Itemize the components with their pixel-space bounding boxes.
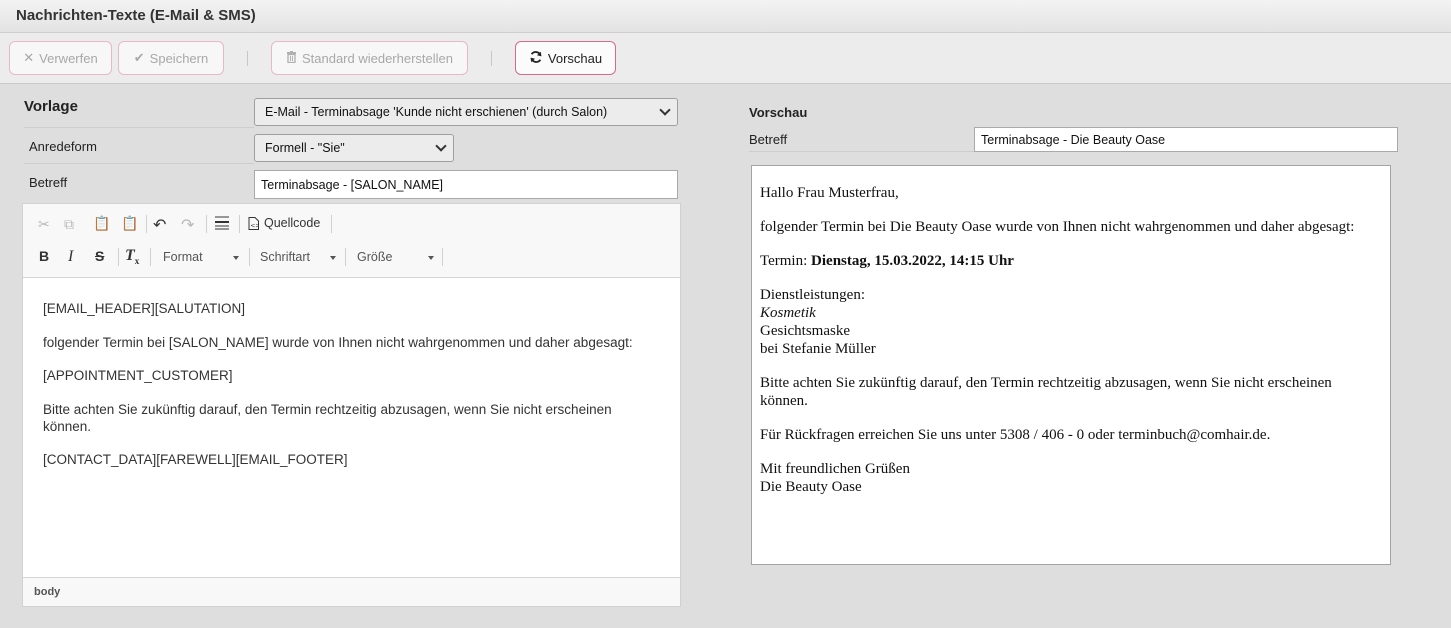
rich-text-editor: ✂ ⧉ 📋 📋 ↶ ↷ <> Quellcode B I S Tx Format… [22, 203, 681, 607]
editor-paragraph: [EMAIL_HEADER][SALUTATION] [43, 301, 246, 316]
chevron-down-icon [330, 256, 336, 260]
preview-heading: Vorschau [749, 105, 808, 120]
editor-paragraph: Bitte achten Sie zukünftig darauf, den T… [43, 401, 612, 434]
preview-service-name: Gesichtsmaske [760, 323, 850, 339]
bold-icon[interactable]: B [39, 248, 49, 264]
salutation-label: Anredeform [29, 139, 97, 154]
save-button[interactable]: ✔ Speichern [118, 41, 224, 75]
preview-appointment-date: Dienstag, 15.03.2022, 14:15 Uhr [811, 253, 1014, 269]
preview-subject-value: Terminabsage - Die Beauty Oase [981, 132, 1166, 147]
preview-intro: folgender Termin bei Die Beauty Oase wur… [760, 219, 1355, 235]
source-button[interactable]: <> Quellcode [248, 216, 320, 230]
discard-button[interactable]: ✕ Verwerfen [9, 41, 112, 75]
toolbar-divider [118, 248, 119, 266]
toolbar-divider [146, 215, 147, 233]
preview-signature: Die Beauty Oase [760, 479, 862, 495]
close-icon: ✕ [23, 50, 35, 65]
toolbar-divider [239, 215, 240, 233]
size-dropdown[interactable]: Größe [357, 250, 437, 266]
restore-default-label: Standard wiederherstellen [301, 50, 454, 66]
preview-services-label: Dienstleistungen: [760, 287, 865, 303]
font-dropdown-label: Schriftart [260, 250, 311, 264]
toolbar-divider [206, 215, 207, 233]
preview-notice: Bitte achten Sie zukünftig darauf, den T… [760, 375, 1332, 409]
preview-button-label: Vorschau [547, 50, 603, 66]
preview-appointment-label: Termin: [760, 253, 812, 269]
editor-paragraph: folgender Termin bei [SALON_NAME] wurde … [43, 334, 633, 350]
trash-icon [286, 50, 297, 66]
row-divider [749, 151, 974, 152]
italic-icon[interactable]: I [68, 248, 73, 266]
preview-service-category: Kosmetik [760, 305, 816, 321]
subject-input[interactable]: Terminabsage - [SALON_NAME] [254, 170, 678, 199]
preview-appointment: Termin: Dienstag, 15.03.2022, 14:15 Uhr [760, 252, 1382, 270]
email-preview: Hallo Frau Musterfrau, folgender Termin … [751, 165, 1391, 565]
preview-farewell: Mit freundlichen Grüßen [760, 461, 910, 477]
page-title: Nachrichten-Texte (E-Mail & SMS) [16, 7, 256, 24]
element-path-bar: body [23, 577, 680, 606]
svg-text:<>: <> [250, 222, 259, 229]
check-icon: ✔ [133, 50, 145, 65]
element-path-body[interactable]: body [34, 586, 60, 598]
paste-text-icon[interactable]: 📋 [121, 215, 138, 232]
remove-format-icon[interactable]: Tx [125, 247, 139, 266]
format-dropdown-label: Format [163, 250, 203, 264]
cut-icon[interactable]: ✂ [38, 216, 50, 233]
editor-paragraph: [APPOINTMENT_CUSTOMER] [43, 368, 233, 383]
subject-label: Betreff [29, 175, 68, 190]
template-select-value: E-Mail - Terminabsage 'Kunde nicht ersch… [265, 105, 608, 119]
template-label: Vorlage [24, 98, 78, 115]
redo-icon[interactable]: ↷ [181, 215, 194, 235]
preview-subject-field: Terminabsage - Die Beauty Oase [974, 127, 1398, 152]
template-select[interactable]: E-Mail - Terminabsage 'Kunde nicht ersch… [254, 98, 678, 126]
toolbar-divider [331, 215, 332, 233]
chevron-down-icon [659, 104, 671, 116]
discard-button-label: Verwerfen [39, 50, 98, 66]
preview-farewell-block: Mit freundlichen Grüßen Die Beauty Oase [760, 460, 1382, 496]
copy-icon[interactable]: ⧉ [64, 216, 74, 233]
row-divider [24, 163, 254, 164]
preview-service-staff: bei Stefanie Müller [760, 341, 876, 357]
source-button-label: Quellcode [264, 216, 321, 230]
preview-greeting: Hallo Frau Musterfrau, [760, 185, 899, 201]
preview-contact: Für Rückfragen erreichen Sie uns unter 5… [760, 427, 1271, 443]
undo-icon[interactable]: ↶ [153, 215, 166, 235]
chevron-down-icon [428, 256, 434, 260]
toolbar-divider [247, 51, 248, 66]
editor-paragraph: [CONTACT_DATA][FAREWELL][EMAIL_FOOTER] [43, 452, 348, 467]
editor-toolbar: ✂ ⧉ 📋 📋 ↶ ↷ <> Quellcode B I S Tx Format… [23, 204, 680, 278]
subject-input-value: Terminabsage - [SALON_NAME] [261, 177, 444, 192]
row-divider [24, 127, 254, 128]
horizontal-line-icon[interactable] [215, 214, 229, 233]
toolbar-divider [442, 248, 443, 266]
preview-subject-label: Betreff [749, 132, 788, 147]
format-dropdown[interactable]: Format [163, 250, 243, 266]
paste-icon[interactable]: 📋 [93, 215, 110, 232]
chevron-down-icon [233, 256, 239, 260]
refresh-icon [529, 50, 543, 67]
save-button-label: Speichern [149, 50, 209, 66]
size-dropdown-label: Größe [357, 250, 393, 264]
restore-default-button[interactable]: Standard wiederherstellen [271, 41, 468, 75]
toolbar-divider [491, 51, 492, 66]
font-dropdown[interactable]: Schriftart [260, 250, 340, 266]
salutation-select[interactable]: Formell - "Sie" [254, 134, 454, 162]
toolbar-divider [345, 248, 346, 266]
preview-button[interactable]: Vorschau [515, 41, 616, 75]
toolbar: ✕ Verwerfen ✔ Speichern Standard wiederh… [0, 33, 1451, 84]
preview-services: Dienstleistungen: Kosmetik Gesichtsmaske… [760, 286, 1382, 358]
salutation-select-value: Formell - "Sie" [265, 141, 345, 155]
chevron-down-icon [435, 140, 447, 152]
source-icon: <> [248, 216, 259, 230]
strikethrough-icon[interactable]: S [95, 248, 104, 264]
title-bar: Nachrichten-Texte (E-Mail & SMS) [0, 0, 1451, 33]
toolbar-divider [249, 248, 250, 266]
editor-content[interactable]: [EMAIL_HEADER][SALUTATION] folgender Ter… [43, 300, 663, 485]
toolbar-divider [150, 248, 151, 266]
